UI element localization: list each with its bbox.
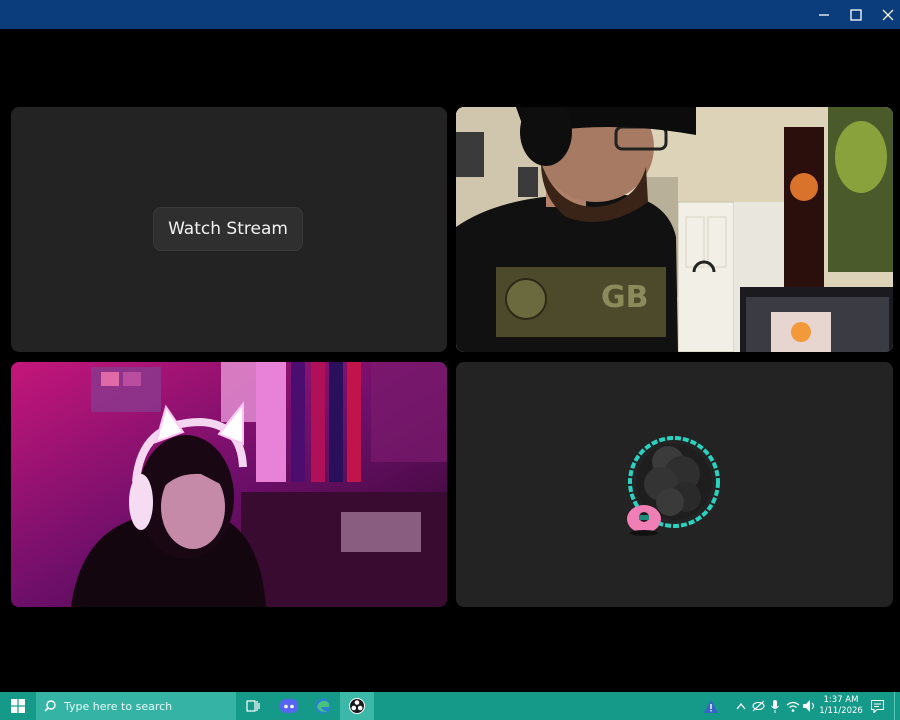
obs-icon xyxy=(349,698,365,714)
camera-feed-woman xyxy=(11,362,447,607)
volume-tray[interactable] xyxy=(802,692,818,720)
warning-tray-button[interactable] xyxy=(700,692,722,720)
video-tile-man[interactable]: GB xyxy=(456,107,893,352)
stream-tile[interactable]: Watch Stream xyxy=(11,107,447,352)
microphone-tray[interactable] xyxy=(768,692,782,720)
minimize-icon xyxy=(819,13,829,16)
close-button[interactable] xyxy=(871,0,900,29)
minimize-button[interactable] xyxy=(807,0,841,29)
call-stage: Watch Stream GB xyxy=(0,29,900,692)
watch-stream-button[interactable]: Watch Stream xyxy=(153,207,303,251)
taskbar: Type here to search 1:37 AM 1/11/2026 xyxy=(0,692,900,720)
edge-taskbar-button[interactable] xyxy=(308,692,338,720)
warning-icon xyxy=(704,699,718,713)
network-off-tray[interactable] xyxy=(750,692,766,720)
show-desktop-button[interactable] xyxy=(894,692,900,720)
volume-icon xyxy=(803,700,815,712)
task-view-icon xyxy=(246,700,260,712)
edge-icon xyxy=(315,698,331,714)
user-avatar xyxy=(627,436,720,536)
title-bar xyxy=(0,0,900,29)
search-placeholder: Type here to search xyxy=(64,699,173,713)
discord-taskbar-button[interactable] xyxy=(274,692,304,720)
camera-feed-man: GB xyxy=(456,107,893,352)
eye-off-icon xyxy=(751,700,765,712)
show-hidden-icons-button[interactable] xyxy=(734,692,748,720)
chevron-up-icon xyxy=(736,702,746,710)
avatar-tile[interactable] xyxy=(456,362,893,607)
discord-icon xyxy=(280,699,298,713)
clock-tray[interactable]: 1:37 AM 1/11/2026 xyxy=(818,692,864,720)
maximize-icon xyxy=(850,8,862,21)
wifi-icon xyxy=(786,701,800,712)
task-view-button[interactable] xyxy=(240,692,266,720)
obs-taskbar-button[interactable] xyxy=(340,692,374,720)
svg-text:GB: GB xyxy=(601,280,649,315)
notifications-button[interactable] xyxy=(866,692,888,720)
wifi-tray[interactable] xyxy=(784,692,802,720)
maximize-button[interactable] xyxy=(839,0,873,29)
search-icon xyxy=(44,700,56,712)
tray-date: 1/11/2026 xyxy=(819,706,863,716)
tray-time: 1:37 AM xyxy=(823,695,859,705)
microphone-icon xyxy=(771,699,779,713)
taskbar-search[interactable]: Type here to search xyxy=(36,692,236,720)
video-tile-woman[interactable] xyxy=(11,362,447,607)
notification-icon xyxy=(870,699,884,713)
windows-start-icon xyxy=(11,699,25,713)
close-icon xyxy=(882,9,894,20)
start-button[interactable] xyxy=(0,692,36,720)
